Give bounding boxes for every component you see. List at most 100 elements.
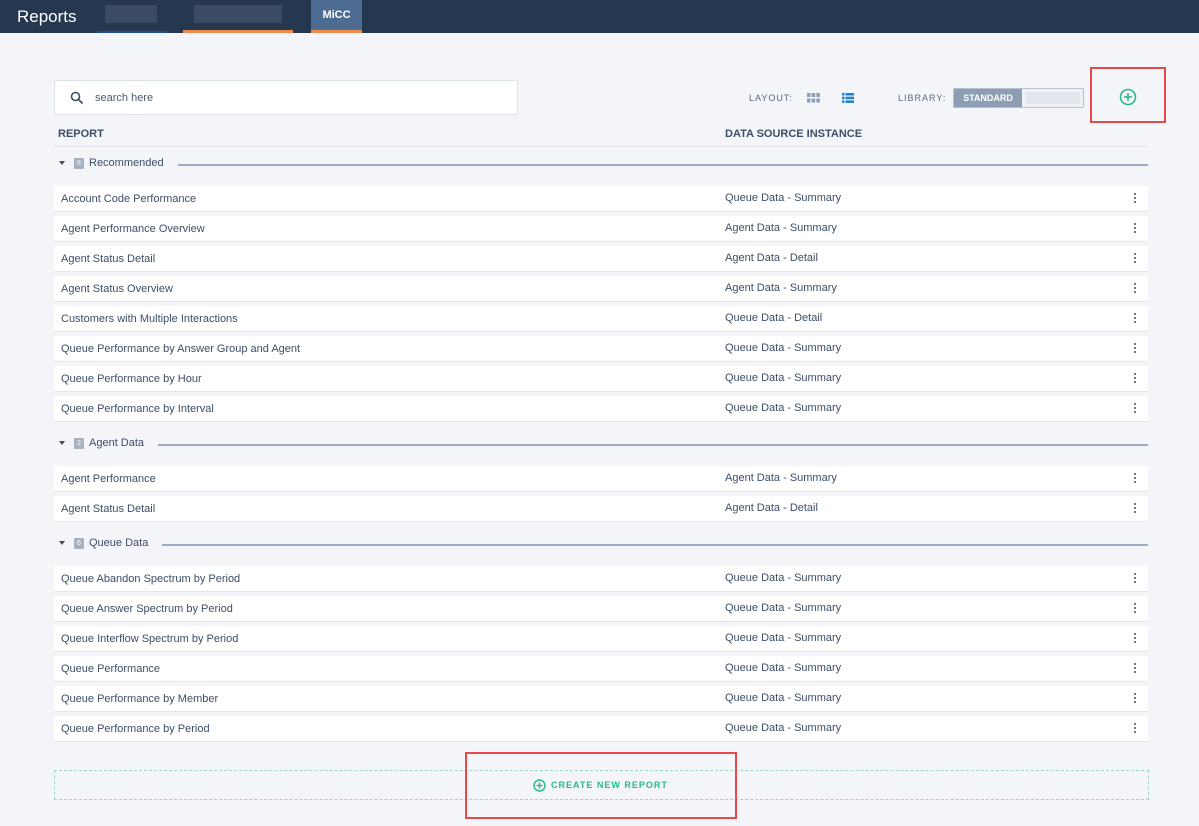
group-count-badge: 2 [74,438,84,449]
more-vertical-icon[interactable] [1132,503,1138,515]
more-vertical-icon[interactable] [1132,193,1138,205]
report-name[interactable]: Queue Performance by Answer Group and Ag… [61,343,300,355]
library-option-redacted[interactable] [1026,92,1080,104]
data-source: Queue Data - Summary [725,572,842,584]
table-row[interactable]: Account Code Performance Queue Data - Su… [54,186,1148,211]
group-divider [162,544,1148,546]
more-vertical-icon[interactable] [1132,373,1138,385]
report-name[interactable]: Agent Performance Overview [61,223,205,235]
highlight-box-create [465,752,737,819]
more-vertical-icon[interactable] [1132,313,1138,325]
report-name[interactable]: Account Code Performance [61,193,196,205]
more-vertical-icon[interactable] [1132,693,1138,705]
tab-micc[interactable]: MiCC [311,0,362,33]
more-vertical-icon[interactable] [1132,633,1138,645]
more-vertical-icon[interactable] [1132,253,1138,265]
table-row[interactable]: Queue Performance by Answer Group and Ag… [54,336,1148,361]
more-vertical-icon[interactable] [1132,723,1138,735]
tab-micc-label: MiCC [322,9,351,21]
highlight-box-add [1090,67,1166,123]
data-source: Queue Data - Detail [725,312,823,324]
table-row[interactable]: Agent Performance Agent Data - Summary [54,466,1148,491]
top-navigation-bar: Reports MiCC [0,0,1199,33]
group-count-badge: 8 [74,158,84,169]
table-row[interactable]: Queue Abandon Spectrum by Period Queue D… [54,566,1148,591]
table-row[interactable]: Queue Performance by Hour Queue Data - S… [54,366,1148,391]
table-row[interactable]: Customers with Multiple Interactions Que… [54,306,1148,331]
table-row[interactable]: Queue Performance by Member Queue Data -… [54,686,1148,711]
report-name[interactable]: Agent Status Overview [61,283,173,295]
group-label: Recommended [89,157,164,169]
table-row[interactable]: Queue Answer Spectrum by Period Queue Da… [54,596,1148,621]
more-vertical-icon[interactable] [1132,343,1138,355]
group-divider [178,164,1148,166]
data-source: Agent Data - Detail [725,252,818,264]
table-row[interactable]: Agent Status Detail Agent Data - Detail [54,246,1148,271]
app-title: Reports [17,7,77,26]
table-row[interactable]: Agent Performance Overview Agent Data - … [54,216,1148,241]
data-source: Queue Data - Summary [725,662,842,674]
report-name[interactable]: Queue Performance by Member [61,693,218,705]
redacted-tab-label [105,5,157,23]
report-name[interactable]: Agent Status Detail [61,253,155,265]
search-input[interactable] [95,88,495,108]
group-divider [158,444,1148,446]
data-source: Queue Data - Summary [725,692,842,704]
column-header-report[interactable]: REPORT [58,128,104,140]
group-label: Queue Data [89,537,149,549]
data-source: Queue Data - Summary [725,192,842,204]
data-source: Queue Data - Summary [725,602,842,614]
report-name[interactable]: Agent Status Detail [61,503,155,515]
caret-down-icon[interactable] [59,441,65,445]
more-vertical-icon[interactable] [1132,283,1138,295]
table-row[interactable]: Agent Status Detail Agent Data - Detail [54,496,1148,521]
data-source: Agent Data - Summary [725,222,837,234]
more-vertical-icon[interactable] [1132,603,1138,615]
header-divider [54,146,1148,147]
table-row[interactable]: Queue Performance by Interval Queue Data… [54,396,1148,421]
report-name[interactable]: Queue Performance [61,663,160,675]
report-name[interactable]: Queue Abandon Spectrum by Period [61,573,240,585]
more-vertical-icon[interactable] [1132,573,1138,585]
group-header-agent-data[interactable]: 2 Agent Data [54,435,1148,455]
data-source: Queue Data - Summary [725,342,842,354]
table-row[interactable]: Queue Interflow Spectrum by Period Queue… [54,626,1148,651]
library-toggle[interactable]: STANDARD [953,88,1084,108]
caret-down-icon[interactable] [59,541,65,545]
more-vertical-icon[interactable] [1132,473,1138,485]
search-box[interactable] [54,80,518,115]
data-source: Queue Data - Summary [725,402,842,414]
data-source: Queue Data - Summary [725,722,842,734]
more-vertical-icon[interactable] [1132,403,1138,415]
library-option-standard[interactable]: STANDARD [954,89,1022,107]
report-name[interactable]: Queue Interflow Spectrum by Period [61,633,238,645]
report-name[interactable]: Queue Performance by Interval [61,403,214,415]
data-source: Agent Data - Summary [725,472,837,484]
layout-label: LAYOUT: [749,93,793,103]
data-source: Queue Data - Summary [725,372,842,384]
group-count-badge: 6 [74,538,84,549]
report-name[interactable]: Agent Performance [61,473,156,485]
redacted-tab-label [194,5,282,23]
report-name[interactable]: Queue Performance by Hour [61,373,202,385]
grid-layout-icon[interactable] [807,93,820,103]
report-name[interactable]: Queue Performance by Period [61,723,210,735]
tab-redacted-1[interactable] [97,0,167,33]
search-icon [70,91,83,104]
table-row[interactable]: Queue Performance by Period Queue Data -… [54,716,1148,741]
group-header-queue-data[interactable]: 6 Queue Data [54,535,1148,555]
report-name[interactable]: Queue Answer Spectrum by Period [61,603,233,615]
tab-redacted-2[interactable] [183,0,293,33]
report-name[interactable]: Customers with Multiple Interactions [61,313,238,325]
group-label: Agent Data [89,437,145,449]
caret-down-icon[interactable] [59,161,65,165]
group-header-recommended[interactable]: 8 Recommended [54,155,1148,175]
list-layout-icon[interactable] [842,93,854,103]
library-label: LIBRARY: [898,93,947,103]
column-header-data-source[interactable]: DATA SOURCE INSTANCE [725,128,862,140]
table-row[interactable]: Queue Performance Queue Data - Summary [54,656,1148,681]
table-row[interactable]: Agent Status Overview Agent Data - Summa… [54,276,1148,301]
more-vertical-icon[interactable] [1132,223,1138,235]
more-vertical-icon[interactable] [1132,663,1138,675]
data-source: Queue Data - Summary [725,632,842,644]
